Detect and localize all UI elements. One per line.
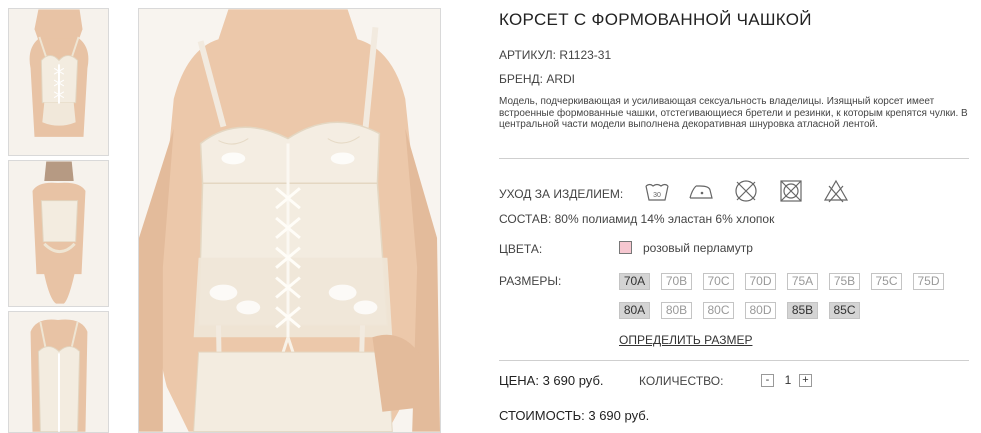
iron-low-icon bbox=[688, 178, 714, 204]
product-article: АРТИКУЛ: R1123-31 bbox=[499, 48, 612, 62]
size-70b[interactable]: 70B bbox=[661, 273, 692, 290]
main-product-image[interactable] bbox=[138, 8, 441, 433]
sizes-label: РАЗМЕРЫ: bbox=[499, 274, 562, 288]
quantity-increase-button[interactable]: + bbox=[799, 374, 812, 387]
size-70d[interactable]: 70D bbox=[745, 273, 776, 290]
size-80c[interactable]: 80C bbox=[703, 302, 734, 319]
quantity-label: КОЛИЧЕСТВО: bbox=[639, 374, 724, 388]
quantity-value[interactable]: 1 bbox=[783, 373, 793, 387]
wash-30-icon: 30 bbox=[644, 178, 670, 204]
corset-front-thumbnail-image bbox=[9, 9, 108, 155]
size-80a[interactable]: 80A bbox=[619, 302, 650, 319]
determine-size-link[interactable]: ОПРЕДЕЛИТЬ РАЗМЕР bbox=[619, 333, 752, 347]
composition: СОСТАВ: 80% полиамид 14% эластан 6% хлоп… bbox=[499, 212, 775, 226]
colors-label: ЦВЕТА: bbox=[499, 242, 543, 256]
divider bbox=[499, 158, 969, 159]
quantity-decrease-button[interactable]: - bbox=[761, 374, 774, 387]
size-75c[interactable]: 75C bbox=[871, 273, 902, 290]
corset-main-photo bbox=[139, 9, 440, 432]
product-brand: БРЕНД: ARDI bbox=[499, 72, 576, 86]
thumbnail-side[interactable] bbox=[8, 311, 109, 433]
size-70a[interactable]: 70A bbox=[619, 273, 650, 290]
total-cost: СТОИМОСТЬ: 3 690 руб. bbox=[499, 408, 650, 423]
care-label: УХОД ЗА ИЗДЕЛИЕМ: bbox=[499, 187, 624, 201]
thumbnail-front[interactable] bbox=[8, 8, 109, 156]
size-80d[interactable]: 80D bbox=[745, 302, 776, 319]
size-75d[interactable]: 75D bbox=[913, 273, 944, 290]
thumbnail-back[interactable] bbox=[8, 160, 109, 307]
price: ЦЕНА: 3 690 руб. bbox=[499, 373, 604, 388]
divider bbox=[499, 360, 969, 361]
color-name: розовый перламутр bbox=[643, 241, 753, 255]
size-80b[interactable]: 80B bbox=[661, 302, 692, 319]
svg-text:30: 30 bbox=[653, 192, 661, 199]
no-bleach-icon bbox=[823, 178, 849, 204]
no-dry-clean-icon bbox=[733, 178, 759, 204]
corset-side-thumbnail-image bbox=[9, 312, 108, 432]
size-85c[interactable]: 85C bbox=[829, 302, 860, 319]
no-tumble-dry-icon bbox=[778, 178, 804, 204]
corset-back-thumbnail-image bbox=[9, 161, 108, 306]
color-swatch-pink-pearl[interactable] bbox=[619, 241, 632, 254]
size-85b[interactable]: 85B bbox=[787, 302, 818, 319]
size-75a[interactable]: 75A bbox=[787, 273, 818, 290]
product-description: Модель, подчеркивающая и усиливающая сек… bbox=[499, 96, 968, 130]
product-title: КОРСЕТ С ФОРМОВАННОЙ ЧАШКОЙ bbox=[499, 10, 812, 29]
size-70c[interactable]: 70C bbox=[703, 273, 734, 290]
size-75b[interactable]: 75B bbox=[829, 273, 860, 290]
